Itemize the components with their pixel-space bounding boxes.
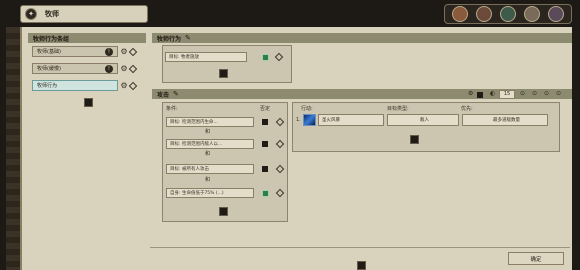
condition-field[interactable]: 自身: 生命值低于75% (...) xyxy=(166,188,254,198)
negate-checkbox[interactable] xyxy=(262,141,268,147)
party-portrait[interactable] xyxy=(500,6,516,22)
attack-title: 攻击 xyxy=(157,91,170,99)
action-index: 1. xyxy=(296,117,301,123)
gear-icon[interactable]: ⚙ xyxy=(120,47,128,56)
add-condition-button[interactable] xyxy=(219,207,228,216)
target-type-select[interactable]: 敌人 xyxy=(387,114,459,126)
list-item-label: 牧师(缓慢) xyxy=(37,66,61,72)
confirm-label: 确定 xyxy=(530,256,542,263)
party-portraits xyxy=(444,4,572,24)
negate-checkbox[interactable] xyxy=(262,119,268,125)
target-field[interactable]: 目标: 牧者施放 xyxy=(165,52,247,62)
gear-icon[interactable]: ⚙ xyxy=(120,81,128,90)
reset-icon[interactable]: ⊙ xyxy=(544,90,549,97)
ability-select[interactable]: 圣火风暴 xyxy=(318,114,384,126)
condition-text: 目标: 被所有人攻击 xyxy=(170,167,209,172)
window-title: 牧师 xyxy=(45,10,59,18)
add-attack-button[interactable] xyxy=(357,261,366,270)
condition-text: 自身: 生命值低于75% (...) xyxy=(170,191,224,196)
edit-icon[interactable]: ✎ xyxy=(185,34,191,42)
list-item-label: 牧师行为 xyxy=(37,83,58,89)
list-item-selected[interactable]: 牧师行为 xyxy=(32,80,118,91)
ability-icon[interactable] xyxy=(303,114,316,126)
add-condition-button[interactable] xyxy=(219,69,228,78)
edit-icon[interactable]: ✎ xyxy=(173,90,179,98)
gear-icon[interactable]: ⚙ xyxy=(120,64,128,73)
negate-checkbox[interactable] xyxy=(262,166,268,172)
conditions-label: 条件: xyxy=(166,106,178,112)
divider xyxy=(150,247,570,248)
ability-icon: ✦ xyxy=(25,8,37,20)
add-action-button[interactable] xyxy=(410,135,419,144)
party-portrait[interactable] xyxy=(548,6,564,22)
priority-select[interactable]: 最多道敌数量 xyxy=(462,114,548,126)
behavior-group-title: 牧师行为条组 xyxy=(33,35,70,43)
condition-field[interactable]: 目标: 检测范围内敌人以... xyxy=(166,139,254,149)
behavior-title: 牧师行为 xyxy=(157,35,182,43)
negate-label: 否定 xyxy=(260,106,271,112)
target-field-text: 目标: 牧者施放 xyxy=(169,55,199,60)
toggle-green-icon[interactable] xyxy=(262,189,269,197)
delete-icon[interactable]: ⊙ xyxy=(556,90,561,97)
ability-name: 圣火风暴 xyxy=(322,118,340,123)
move-down-icon[interactable]: ⊙ xyxy=(532,90,537,97)
cooldown-icon: ◐ xyxy=(490,90,496,97)
stop-icon[interactable] xyxy=(477,92,483,98)
condition-text: 目标: 检测范围内生命... xyxy=(170,120,218,125)
actions-panel xyxy=(292,102,560,152)
party-portrait[interactable] xyxy=(476,6,492,22)
behavior-group-header: 牧师行为条组 xyxy=(28,33,146,43)
target-type-value: 敌人 xyxy=(420,118,429,123)
confirm-button[interactable]: 确定 xyxy=(508,252,564,265)
action-label: 行动: xyxy=(301,106,313,112)
priority-label: 优先: xyxy=(461,106,473,112)
condition-field[interactable]: 目标: 检测范围内生命... xyxy=(166,117,254,127)
warning-icon: ! xyxy=(105,64,113,73)
and-label: 和 xyxy=(205,151,211,157)
and-label: 和 xyxy=(205,129,211,135)
priority-value: 最多道敌数量 xyxy=(493,118,520,123)
add-group-button[interactable] xyxy=(84,98,93,107)
move-up-icon[interactable]: ⊙ xyxy=(520,90,525,97)
party-portrait[interactable] xyxy=(452,6,468,22)
toggle-green-icon[interactable] xyxy=(262,53,269,61)
decorative-edge xyxy=(6,27,20,270)
window-title-bar: ✦ 牧师 xyxy=(20,5,148,23)
condition-text: 目标: 检测范围内敌人以... xyxy=(170,142,223,147)
and-label: 和 xyxy=(205,177,211,183)
warning-icon: ! xyxy=(105,47,113,56)
party-portrait[interactable] xyxy=(524,6,540,22)
target-type-label: 目标类型: xyxy=(387,106,409,112)
condition-field[interactable]: 目标: 被所有人攻击 xyxy=(166,164,254,174)
list-item-label: 牧师(基础) xyxy=(37,49,61,55)
cooldown-input[interactable]: 15 xyxy=(499,89,515,99)
cooldown-value: 15 xyxy=(503,91,511,97)
settings-icon[interactable]: ⚙ xyxy=(468,90,473,97)
behavior-header: 牧师行为 ✎ xyxy=(152,33,572,43)
